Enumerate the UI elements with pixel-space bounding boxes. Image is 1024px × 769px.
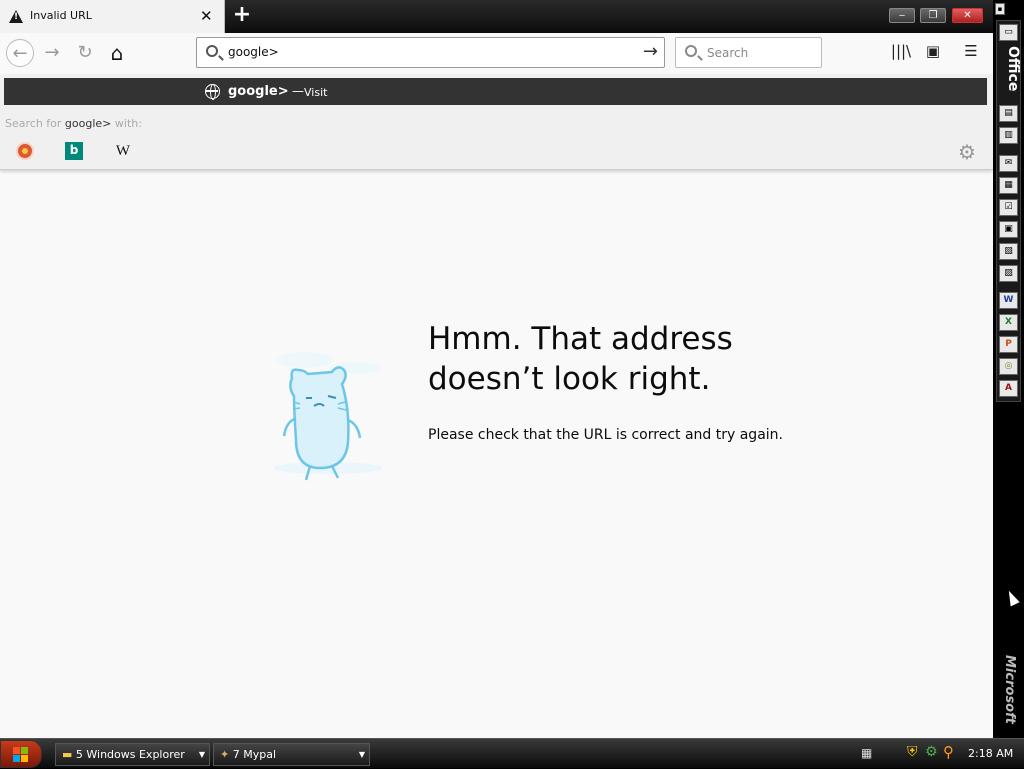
bing-icon[interactable]: b bbox=[65, 142, 83, 160]
search-tray-icon[interactable]: ⚲ bbox=[943, 743, 954, 761]
tab-close-icon[interactable]: ✕ bbox=[200, 7, 213, 25]
minimize-button[interactable]: ‒ bbox=[889, 8, 915, 23]
microsoft-brand: Microsoft bbox=[1002, 655, 1017, 724]
suggestion-url: google> bbox=[228, 84, 289, 99]
folder-icon[interactable]: ▭ bbox=[999, 24, 1018, 41]
go-arrow-icon[interactable]: → bbox=[643, 41, 658, 62]
office-bar-menu-icon[interactable]: ▪ bbox=[995, 3, 1005, 15]
tab-invalid-url[interactable]: Invalid URL ✕ bbox=[0, 0, 225, 33]
start-button[interactable] bbox=[0, 740, 42, 768]
menu-icon[interactable]: ☰ bbox=[960, 42, 982, 64]
browser-window: Invalid URL ✕ + ‒ ❐ ✕ ← → ↻ ⌂ google> → … bbox=[0, 0, 993, 738]
taskbar: ▬ 5 Windows Explorer ▼ ✦ 7 Mypal ▼ ▦ ⛨ ⚙… bbox=[0, 738, 1024, 768]
close-window-button[interactable]: ✕ bbox=[952, 8, 983, 23]
search-box[interactable]: Search bbox=[675, 37, 822, 68]
search-icon bbox=[206, 45, 218, 57]
chevron-down-icon: ▼ bbox=[358, 750, 365, 759]
visit-suggestion-row[interactable]: google> — Visit bbox=[4, 78, 987, 105]
keyboard-icon[interactable]: ▦ bbox=[861, 746, 872, 760]
new-document-icon[interactable]: ▤ bbox=[999, 105, 1018, 122]
security-shield-icon[interactable]: ⛨ bbox=[907, 744, 918, 760]
confused-mascot-illustration bbox=[273, 352, 383, 481]
folder-icon: ▬ bbox=[62, 748, 76, 761]
mail-icon[interactable]: ✉ bbox=[999, 155, 1018, 172]
forward-button[interactable]: → bbox=[38, 39, 66, 67]
search-icon bbox=[685, 45, 697, 57]
url-bar[interactable]: google> → bbox=[196, 37, 665, 68]
home-button[interactable]: ⌂ bbox=[103, 39, 131, 67]
library-icon[interactable]: |||\ bbox=[890, 42, 912, 64]
network-icon[interactable]: ⚙ bbox=[925, 744, 938, 760]
url-dropdown: google> — Visit Search for google> with:… bbox=[0, 74, 993, 170]
search-settings-gear-icon[interactable]: ⚙ bbox=[958, 140, 976, 164]
office-shortcut-bar: ▪ ▭ Office ▤ ▥ ✉ ▦ ☑ ▣ ▧ ▨ W X P ◎ A Mic… bbox=[993, 0, 1024, 738]
new-tab-button[interactable]: + bbox=[231, 3, 253, 29]
taskbar-item-mypal[interactable]: ✦ 7 Mypal ▼ bbox=[213, 743, 370, 766]
tab-title: Invalid URL bbox=[30, 9, 92, 22]
mypal-icon: ✦ bbox=[220, 748, 233, 761]
publisher-icon[interactable]: ◎ bbox=[999, 358, 1018, 375]
navigation-toolbar: ← → ↻ ⌂ google> → Search |||\ ▣ ☰ bbox=[0, 33, 993, 74]
back-button[interactable]: ← bbox=[6, 39, 34, 67]
windows-logo-icon bbox=[13, 747, 29, 763]
calendar-icon[interactable]: ▦ bbox=[999, 177, 1018, 194]
search-placeholder: Search bbox=[707, 46, 749, 60]
clock[interactable]: 2:18 AM bbox=[968, 747, 1013, 760]
duckduckgo-icon[interactable] bbox=[16, 142, 34, 160]
journal-icon[interactable]: ▧ bbox=[999, 243, 1018, 260]
access-icon[interactable]: A bbox=[999, 380, 1018, 397]
warning-icon bbox=[9, 10, 23, 23]
suggestion-action: Visit bbox=[304, 86, 328, 99]
taskbar-item-windows-explorer[interactable]: ▬ 5 Windows Explorer ▼ bbox=[55, 743, 210, 766]
error-message: Please check that the URL is correct and… bbox=[428, 427, 783, 443]
restore-button[interactable]: ❐ bbox=[920, 8, 946, 23]
excel-icon[interactable]: X bbox=[999, 314, 1018, 331]
error-title: Hmm. That address doesn’t look right. bbox=[428, 321, 733, 397]
reload-button[interactable]: ↻ bbox=[71, 39, 99, 67]
word-icon[interactable]: W bbox=[999, 292, 1018, 309]
globe-icon bbox=[205, 84, 220, 100]
tab-strip: Invalid URL ✕ + ‒ ❐ ✕ bbox=[0, 0, 993, 33]
search-for-label: Search for google> with: bbox=[5, 117, 142, 130]
task-icon[interactable]: ☑ bbox=[999, 199, 1018, 216]
contact-icon[interactable]: ▣ bbox=[999, 221, 1018, 238]
open-document-icon[interactable]: ▥ bbox=[999, 127, 1018, 144]
powerpoint-icon[interactable]: P bbox=[999, 336, 1018, 353]
office-title: Office bbox=[1005, 46, 1021, 92]
suggestion-dash: — bbox=[292, 84, 304, 98]
sidebar-icon[interactable]: ▣ bbox=[922, 42, 944, 64]
wikipedia-icon[interactable]: W bbox=[114, 142, 132, 160]
url-input[interactable]: google> bbox=[228, 45, 279, 59]
note-icon[interactable]: ▨ bbox=[999, 265, 1018, 282]
chevron-down-icon: ▼ bbox=[198, 750, 205, 759]
